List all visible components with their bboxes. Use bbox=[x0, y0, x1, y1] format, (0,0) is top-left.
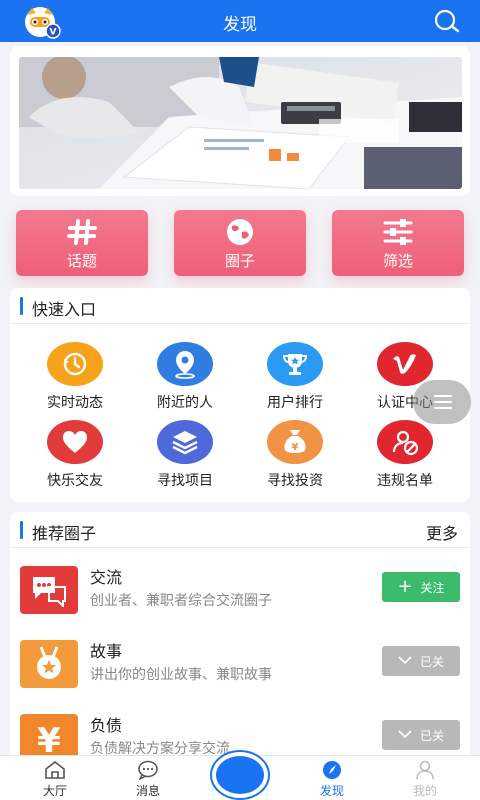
section-marker bbox=[20, 297, 23, 315]
quick-item-label: 附近的人 bbox=[157, 395, 213, 411]
follow-button[interactable]: + 关注 bbox=[382, 572, 460, 602]
more-link[interactable]: 更多 bbox=[426, 520, 458, 544]
circle-desc: 创业者、兼职者综合交流圈子 bbox=[90, 593, 272, 609]
banner-card bbox=[10, 46, 470, 196]
nav-label: 发现 bbox=[319, 784, 344, 798]
money-bag-icon: ¥ bbox=[267, 420, 323, 464]
followed-button[interactable]: 已关 bbox=[382, 720, 460, 750]
check-icon bbox=[398, 728, 412, 742]
quick-item-blacklist[interactable]: 违规名单 bbox=[350, 420, 460, 490]
nav-label: 大厅 bbox=[42, 784, 67, 798]
user-icon bbox=[385, 760, 465, 780]
check-icon bbox=[398, 654, 412, 668]
topic-label: 话题 bbox=[66, 252, 97, 270]
center-action-button[interactable] bbox=[212, 752, 268, 798]
circle-name: 交流 bbox=[90, 568, 123, 587]
heart-icon bbox=[47, 420, 103, 464]
medal-icon bbox=[20, 640, 78, 688]
quick-entry-header: 快速入口 bbox=[10, 288, 470, 324]
section-marker bbox=[20, 521, 23, 539]
top-bar: V 发现 bbox=[0, 0, 480, 42]
user-ban-icon bbox=[377, 420, 433, 464]
plus-icon: + bbox=[397, 576, 413, 597]
followed-label: 已关 bbox=[419, 654, 444, 669]
trophy-icon bbox=[267, 342, 323, 386]
quick-item-label: 实时动态 bbox=[47, 395, 103, 411]
quick-item-friends[interactable]: 快乐交友 bbox=[20, 420, 130, 490]
home-icon bbox=[15, 760, 95, 780]
circle-desc: 讲出你的创业故事、兼职故事 bbox=[90, 667, 272, 683]
svg-text:¥: ¥ bbox=[292, 442, 299, 453]
globe-icon bbox=[174, 218, 306, 246]
quick-item-ranking[interactable]: 用户排行 bbox=[240, 342, 350, 412]
quick-item-label: 违规名单 bbox=[377, 473, 433, 489]
location-pin-icon bbox=[157, 342, 213, 386]
recommend-header: 推荐圈子 更多 bbox=[10, 512, 470, 548]
follow-label: 关注 bbox=[420, 580, 445, 595]
quick-item-label: 寻找投资 bbox=[267, 473, 323, 489]
quick-item-investment[interactable]: ¥ 寻找投资 bbox=[240, 420, 350, 490]
clock-history-icon bbox=[47, 342, 103, 386]
layers-icon bbox=[157, 420, 213, 464]
circle-name: 负债 bbox=[90, 716, 123, 735]
quick-item-nearby[interactable]: 附近的人 bbox=[130, 342, 240, 412]
quick-item-projects[interactable]: 寻找项目 bbox=[130, 420, 240, 490]
nav-hall[interactable]: 大厅 bbox=[15, 760, 95, 800]
filter-label: 筛选 bbox=[382, 252, 413, 270]
nav-messages[interactable]: 消息 bbox=[108, 760, 188, 800]
nav-label: 我的 bbox=[412, 784, 437, 798]
chat-bubbles-icon bbox=[20, 566, 78, 614]
quick-item-label: 寻找项目 bbox=[157, 473, 213, 489]
quick-entry-title: 快速入口 bbox=[32, 300, 97, 319]
floating-menu-button[interactable] bbox=[413, 380, 471, 424]
compass-icon bbox=[292, 760, 372, 780]
menu-icon bbox=[434, 395, 452, 409]
message-icon bbox=[108, 760, 188, 780]
page-title: 发现 bbox=[223, 15, 257, 35]
circle-item-exchange[interactable]: 交流 创业者、兼职者综合交流圈子 + 关注 bbox=[10, 562, 470, 630]
nav-mine[interactable]: 我的 bbox=[385, 760, 465, 800]
circle-item-story[interactable]: 故事 讲出你的创业故事、兼职故事 已关 bbox=[10, 636, 470, 704]
circle-name: 故事 bbox=[90, 642, 123, 661]
filter-button[interactable]: 筛选 bbox=[332, 210, 464, 276]
quick-entry-card: 快速入口 实时动态 附近的人 用户排行 认证中心 快乐交友 寻找项目 ¥ 寻找投… bbox=[10, 288, 470, 502]
quick-item-label: 快乐交友 bbox=[47, 473, 103, 489]
followed-button[interactable]: 已关 bbox=[382, 646, 460, 676]
quick-item-realtime[interactable]: 实时动态 bbox=[20, 342, 130, 412]
svg-text:¥: ¥ bbox=[37, 721, 61, 758]
search-icon[interactable] bbox=[432, 8, 462, 34]
nav-discover[interactable]: 发现 bbox=[292, 760, 372, 800]
topic-button[interactable]: 话题 bbox=[16, 210, 148, 276]
circle-button[interactable]: 圈子 bbox=[174, 210, 306, 276]
banner-image[interactable] bbox=[19, 57, 462, 189]
filter-sliders-icon bbox=[332, 218, 464, 246]
hashtag-icon bbox=[16, 218, 148, 246]
circle-label: 圈子 bbox=[224, 252, 255, 270]
quick-item-label: 用户排行 bbox=[267, 395, 323, 411]
nav-label: 消息 bbox=[135, 784, 160, 798]
recommend-title: 推荐圈子 bbox=[32, 524, 97, 543]
followed-label: 已关 bbox=[419, 728, 444, 743]
